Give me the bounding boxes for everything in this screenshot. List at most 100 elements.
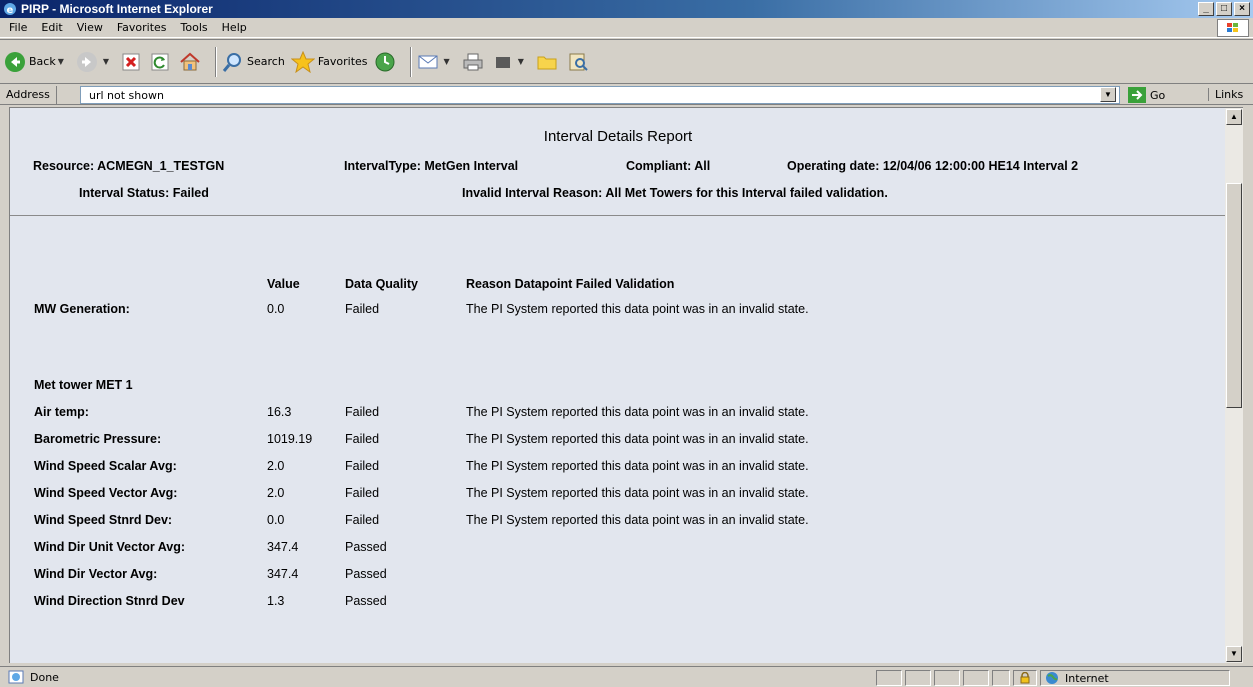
favorites-label: Favorites (317, 55, 368, 68)
row-name: Air temp: (34, 405, 89, 419)
back-label: Back (29, 55, 56, 68)
links-button[interactable]: Links (1208, 88, 1243, 101)
page-done-icon (8, 670, 24, 684)
toolbar-separator (409, 46, 412, 77)
address-label: Address (0, 85, 57, 104)
refresh-icon (151, 53, 169, 70)
back-arrow-icon (5, 51, 25, 72)
row-name: Wind Speed Scalar Avg: (34, 459, 177, 473)
row-quality: Passed (345, 594, 387, 608)
scroll-thumb[interactable] (1226, 183, 1242, 408)
header-divider (10, 215, 1225, 216)
compliant-label: Compliant: All (626, 159, 711, 173)
stop-button[interactable] (121, 52, 144, 72)
status-pane (934, 670, 960, 686)
report-page: Interval Details Report Resource: ACMEGN… (9, 107, 1225, 663)
row-value: 2.0 (267, 486, 285, 500)
window-titlebar: e PIRP - Microsoft Internet Explorer _ □… (0, 0, 1253, 18)
minimize-button[interactable]: _ (1198, 2, 1214, 16)
print-button[interactable] (462, 52, 487, 72)
chevron-down-icon[interactable]: ▼ (103, 57, 109, 66)
edit-button[interactable]: ▼ (493, 52, 530, 72)
row-quality: Passed (345, 540, 387, 554)
status-pane (963, 670, 989, 686)
home-icon (180, 52, 200, 70)
window-title: PIRP - Microsoft Internet Explorer (21, 2, 213, 16)
menu-help[interactable]: Help (222, 21, 247, 34)
go-button[interactable]: Go (1128, 87, 1165, 103)
column-header-value: Value (267, 277, 300, 291)
forward-button[interactable]: ▼ (76, 51, 115, 73)
home-button[interactable] (179, 52, 204, 72)
window-controls: _ □ × (1198, 2, 1250, 16)
vertical-scrollbar[interactable]: ▲ ▼ (1225, 107, 1243, 663)
close-button[interactable]: × (1234, 2, 1250, 16)
address-bar: Address url not shown ▼ Go Links (0, 85, 1253, 105)
chevron-down-icon[interactable]: ▼ (518, 57, 524, 66)
stop-icon (122, 53, 140, 70)
status-pane (992, 670, 1010, 686)
back-button[interactable]: Back ▼ (4, 51, 70, 73)
row-value: 347.4 (267, 540, 299, 554)
address-input[interactable]: url not shown (80, 86, 1120, 104)
svg-text:e: e (7, 5, 14, 16)
row-quality: Passed (345, 567, 387, 581)
search-button[interactable]: Search (222, 51, 285, 73)
mw-generation-value: 0.0 (267, 302, 285, 316)
go-label: Go (1150, 88, 1166, 102)
status-bar: Done Internet (0, 666, 1253, 687)
lock-icon (1020, 672, 1030, 684)
row-value: 1019.19 (267, 432, 313, 446)
row-quality: Failed (345, 513, 380, 527)
status-pane (905, 670, 931, 686)
menu-tools[interactable]: Tools (181, 21, 208, 34)
folder-icon (537, 56, 557, 69)
ie-logo-icon: e (4, 3, 16, 16)
row-quality: Failed (345, 432, 380, 446)
forward-arrow-icon (76, 51, 97, 72)
favorites-button[interactable]: Favorites (290, 50, 368, 73)
toolbar-separator (215, 46, 218, 77)
edit-icon (495, 56, 510, 68)
research-button[interactable] (567, 51, 592, 73)
row-name: Wind Dir Unit Vector Avg: (34, 540, 186, 554)
scroll-down-button[interactable]: ▼ (1226, 646, 1242, 662)
globe-icon (1046, 672, 1058, 684)
status-text: Done (30, 670, 59, 684)
menu-favorites[interactable]: Favorites (117, 21, 167, 34)
mw-generation-reason: The PI System reported this data point w… (466, 302, 809, 316)
discuss-button[interactable] (536, 52, 561, 72)
interval-type-label: IntervalType: MetGen Interval (344, 159, 519, 173)
status-pane (876, 670, 902, 686)
history-button[interactable] (374, 51, 399, 73)
row-name: Wind Speed Stnrd Dev: (34, 513, 173, 527)
row-reason: The PI System reported this data point w… (466, 513, 809, 527)
row-name: Wind Direction Stnrd Dev (34, 594, 185, 608)
menu-view[interactable]: View (77, 21, 103, 34)
maximize-button[interactable]: □ (1216, 2, 1232, 16)
toolbar: Back ▼ ▼ Search Favorites ▼ ▼ (0, 39, 1253, 84)
row-reason: The PI System reported this data point w… (466, 459, 809, 473)
menu-file[interactable]: File (9, 21, 27, 34)
met-tower-title: Met tower MET 1 (34, 378, 133, 392)
zone-text: Internet (1065, 671, 1109, 685)
mw-generation-quality: Failed (345, 302, 380, 316)
scroll-up-button[interactable]: ▲ (1226, 109, 1242, 125)
mw-generation-name: MW Generation: (34, 302, 130, 316)
row-value: 2.0 (267, 459, 285, 473)
report-title: Interval Details Report (543, 128, 693, 145)
chevron-down-icon[interactable]: ▼ (444, 57, 450, 66)
chevron-down-icon[interactable]: ▼ (58, 57, 64, 66)
address-dropdown-button[interactable]: ▼ (1100, 87, 1116, 102)
resource-label: Resource: ACMEGN_1_TESTGN (33, 159, 225, 173)
row-reason: The PI System reported this data point w… (466, 486, 809, 500)
refresh-button[interactable] (150, 52, 173, 72)
row-value: 347.4 (267, 567, 299, 581)
search-label: Search (247, 55, 285, 68)
mail-button[interactable]: ▼ (417, 52, 456, 72)
security-pane (1013, 670, 1037, 686)
row-value: 16.3 (267, 405, 292, 419)
row-quality: Failed (345, 405, 380, 419)
menu-edit[interactable]: Edit (41, 21, 62, 34)
row-value: 0.0 (267, 513, 285, 527)
